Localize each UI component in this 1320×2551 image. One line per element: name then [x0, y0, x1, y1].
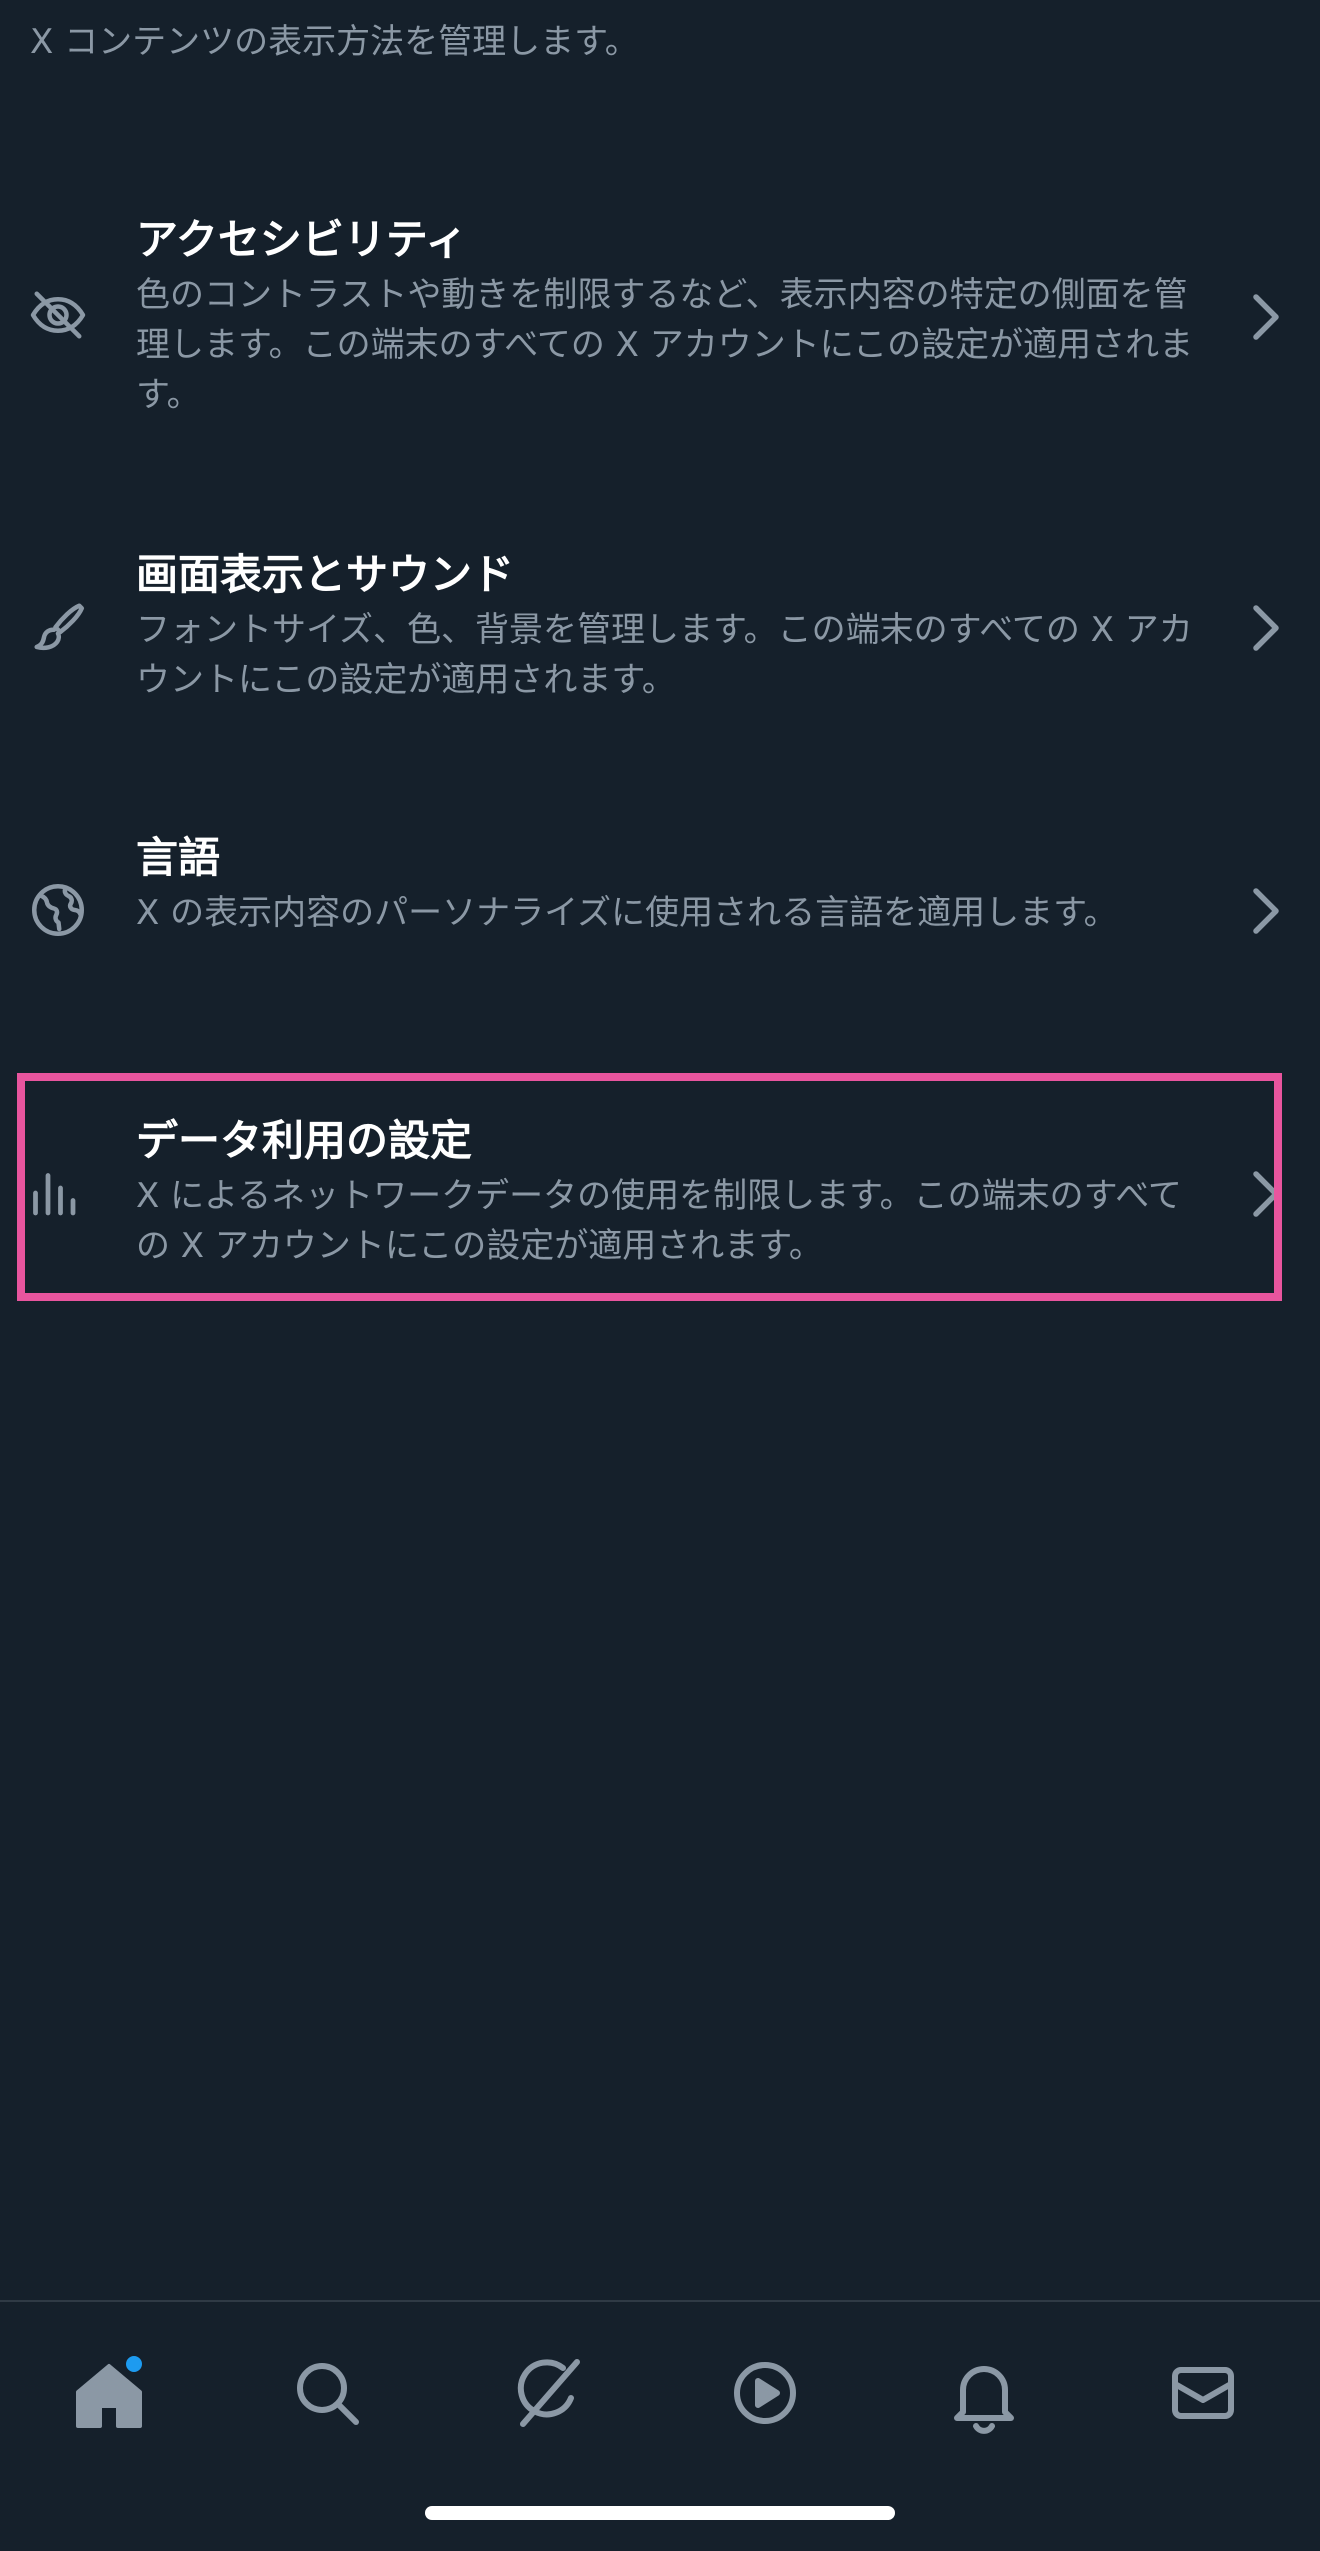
home-icon: [76, 2364, 142, 2428]
tab-home[interactable]: [54, 2338, 164, 2448]
chevron-right-icon: [1248, 292, 1284, 342]
settings-item-languages[interactable]: 言語 X の表示内容のパーソナライズに使用される言語を適用します。: [0, 828, 1320, 998]
mail-icon: [1172, 2367, 1234, 2419]
tab-notifications[interactable]: [929, 2338, 1039, 2448]
paintbrush-icon: [28, 597, 88, 657]
chevron-right-icon: [1248, 886, 1284, 936]
settings-item-title: アクセシビリティ: [136, 215, 468, 264]
bell-icon: [954, 2366, 1014, 2434]
notification-dot: [126, 2356, 142, 2372]
settings-item-display-and-sound[interactable]: 画面表示とサウンド フォントサイズ、色、背景を管理します。この端末のすべての X…: [0, 545, 1320, 715]
tab-video[interactable]: [710, 2338, 820, 2448]
tab-search[interactable]: [272, 2338, 382, 2448]
settings-item-description: X によるネットワークデータの使用を制限します。この端末のすべての X アカウン…: [136, 1176, 1182, 1266]
tab-grok[interactable]: [491, 2338, 601, 2448]
grok-icon: [517, 2359, 580, 2427]
search-icon: [297, 2363, 359, 2425]
settings-item-title: データ利用の設定: [136, 1116, 473, 1165]
chevron-right-icon: [1248, 603, 1284, 653]
bar-chart-icon: [28, 1163, 88, 1223]
video-play-icon: [734, 2362, 796, 2424]
chevron-right-icon: [1248, 1169, 1284, 1219]
settings-item-description: 色のコントラストや動きを制限するなど、表示内容の特定の側面を管理します。この端末…: [136, 275, 1194, 415]
eye-slash-icon: [28, 285, 88, 345]
settings-item-accessibility[interactable]: アクセシビリティ 色のコントラストや動きを制限するなど、表示内容の特定の側面を管…: [0, 210, 1320, 430]
globe-icon: [28, 880, 88, 940]
settings-item-description: X の表示内容のパーソナライズに使用される言語を適用します。: [136, 893, 1118, 933]
settings-item-data-usage[interactable]: データ利用の設定 X によるネットワークデータの使用を制限します。この端末のすべ…: [0, 1111, 1320, 1281]
settings-item-title: 言語: [136, 833, 221, 882]
home-indicator[interactable]: [425, 2506, 895, 2520]
settings-item-description: フォントサイズ、色、背景を管理します。この端末のすべての X アカウントにこの設…: [136, 610, 1193, 700]
tab-messages[interactable]: [1148, 2338, 1258, 2448]
settings-intro-text: X コンテンツの表示方法を管理します。: [30, 22, 639, 62]
settings-item-title: 画面表示とサウンド: [136, 550, 515, 599]
